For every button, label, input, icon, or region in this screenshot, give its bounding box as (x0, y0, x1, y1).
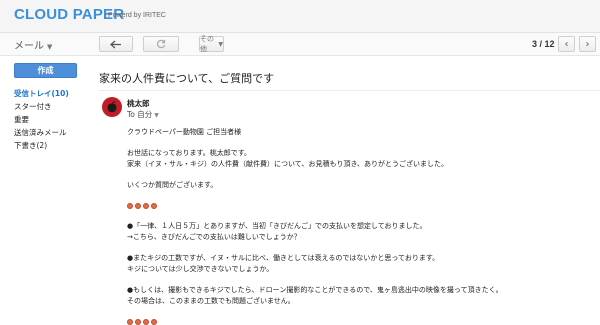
folder-list: 受信トレイ(10) スター付き 重要 送信済みメール 下書き(2) (14, 87, 69, 152)
body-line: →こちら、きびだんごでの支払いは難しいでしょうか？ (127, 233, 301, 241)
recipient-toggle[interactable]: To 自分 ▼ (127, 109, 159, 120)
reply-button[interactable] (99, 36, 133, 52)
sidebar-item-starred[interactable]: スター付き (14, 100, 69, 113)
sidebar-item-drafts[interactable]: 下書き(2) (14, 139, 69, 152)
sidebar-item-inbox[interactable]: 受信トレイ(10) (14, 87, 69, 100)
peach-emoji-icon (127, 202, 133, 209)
body-line: いくつか質問がございます。 (127, 180, 218, 189)
chevron-down-icon: ▼ (154, 112, 159, 119)
emoji-row (127, 200, 597, 212)
previous-message-button[interactable]: ‹ (558, 36, 575, 52)
mail-menu-dropdown[interactable]: メール ▼ (14, 37, 52, 52)
body-line: ●「一律、１人日５万」とありますが、当初「きびだんご」での支払いを想定しておりま… (127, 221, 427, 230)
body-line: ●もしくは、撮影もできるキジでしたら、ドローン撮影的なことができるので、鬼ヶ島逃… (127, 285, 503, 294)
message-subject: 家来の人件費について、ご質問です (99, 72, 275, 85)
chevron-down-icon: ▼ (47, 43, 53, 51)
compose-button[interactable]: 作成 (14, 63, 77, 78)
peach-icon (107, 101, 117, 113)
avatar (102, 97, 122, 117)
reply-arrow-icon (110, 40, 121, 48)
emoji-row (127, 317, 597, 325)
sidebar-item-sent[interactable]: 送信済みメール (14, 126, 69, 139)
message-view: 家来の人件費について、ご質問です 桃太郎 To 自分 ▼ クラウドペーパー動物園 … (90, 56, 600, 325)
peach-emoji-icon (135, 319, 141, 325)
more-actions-label: その他 (200, 35, 214, 53)
powered-by-text: Powerd by IRITEC (108, 12, 166, 19)
toolbar: メール ▼ その他 ▼ 3 / 12 ‹ › (0, 33, 600, 56)
recipient-label: To 自分 (127, 110, 153, 119)
peach-emoji-icon (135, 202, 141, 209)
body-line: クラウドペーパー動物園 ご担当者様 (127, 128, 242, 136)
peach-emoji-icon (143, 202, 149, 209)
peach-emoji-icon (143, 319, 149, 325)
body-line: 家来（イヌ・サル・キジ）の人件費（献件費）について、お見積もり頂き、ありがとうご… (127, 160, 448, 168)
body-line: その場合は、このままの工数でも問題ございません。 (127, 297, 295, 305)
sender-name: 桃太郎 (127, 99, 150, 108)
subject-divider (99, 90, 600, 91)
peach-emoji-icon (127, 319, 133, 325)
next-message-button[interactable]: › (579, 36, 596, 52)
body-line: お世話になっております。桃太郎です。 (127, 148, 252, 157)
mail-menu-label: メール (14, 41, 44, 52)
body-line: ●またキジの工数ですが、イヌ・サルに比べ、働きとしては衰えるのではないかと思って… (127, 253, 440, 262)
pagination-count: 3 / 12 (532, 39, 555, 49)
sidebar: 作成 受信トレイ(10) スター付き 重要 送信済みメール 下書き(2) (0, 56, 90, 325)
peach-emoji-icon (151, 319, 157, 325)
body-line: キジについては少し交渉できないでしょうか。 (127, 265, 274, 273)
refresh-button[interactable] (143, 36, 179, 52)
chevron-right-icon: › (585, 38, 590, 50)
more-actions-button[interactable]: その他 ▼ (199, 35, 224, 53)
app-header: CLOUD PAPER Powerd by IRITEC (0, 0, 600, 33)
refresh-icon (156, 39, 166, 49)
message-body: クラウドペーパー動物園 ご担当者様 お世話になっております。桃太郎です。 家来（… (127, 127, 597, 325)
chevron-left-icon: ‹ (564, 38, 569, 50)
peach-emoji-icon (151, 202, 157, 209)
sidebar-item-important[interactable]: 重要 (14, 113, 69, 126)
chevron-down-icon: ▼ (218, 40, 223, 48)
